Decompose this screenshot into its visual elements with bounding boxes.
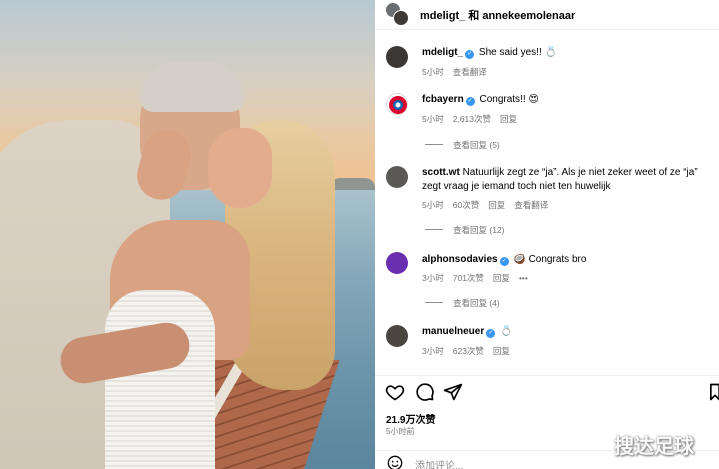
like-count[interactable]: 60次赞 (453, 200, 479, 210)
comment-text: fcbayern ✓ Congrats!! 😍 (422, 93, 712, 107)
emoji-icon[interactable] (387, 455, 403, 469)
verified-icon: ✓ (465, 50, 475, 59)
verified-icon: ✓ (486, 329, 496, 338)
white-dress (105, 290, 215, 469)
post-header: mdeligt_ 和 annekeemolenaar (375, 0, 719, 30)
post-authors[interactable]: mdeligt_ 和 annekeemolenaar (420, 7, 575, 23)
view-replies[interactable]: 查看回复 (5) (425, 139, 500, 151)
comment-list: mdeligt_ ✓ She said yes!! 💍 5小时 查看翻译 fcbay… (375, 30, 719, 375)
divider (425, 229, 443, 230)
comment-meta: 3小时 701次赞 回复 ••• (422, 272, 537, 284)
like-count[interactable]: 21.9万次赞 (386, 411, 435, 426)
comment-text: mdeligt_ ✓ She said yes!! 💍 (422, 46, 712, 60)
verified-icon: ✓ (465, 97, 475, 106)
watermark: 搜达足球 (614, 434, 694, 458)
share-icon[interactable] (443, 382, 463, 402)
comment-text: scott.wt Natuurlijk zegt ze “ja”. Als je… (422, 166, 712, 194)
avatar[interactable] (386, 252, 408, 274)
heart-icon[interactable] (385, 382, 405, 402)
fcbayern-logo-icon (389, 96, 407, 114)
collab-avatars[interactable] (385, 2, 411, 26)
comment-text: alphonsodavies ✓ 🥥 Congrats bro (422, 253, 712, 267)
reply-link[interactable]: 回复 (488, 200, 505, 210)
view-replies-label[interactable]: 查看回复 (5) (453, 140, 500, 150)
comment-time: 5小时 (422, 67, 444, 77)
comment-meta: 5小时 2,613次赞 回复 (422, 113, 526, 125)
comment-input[interactable]: 添加评论... (415, 457, 463, 469)
comment-body: Natuurlijk zegt ze “ja”. Als je niet zek… (422, 167, 698, 192)
avatar[interactable] (386, 325, 408, 347)
avatar[interactable] (386, 46, 408, 68)
comment-meta: 5小时 查看翻译 (422, 66, 496, 78)
bookmark-icon[interactable] (709, 382, 719, 402)
post-time: 5小时前 (386, 427, 415, 436)
comment-body: 🥥 Congrats bro (513, 254, 587, 265)
distant-rock (330, 178, 375, 190)
comment-username[interactable]: scott.wt (422, 167, 460, 178)
man-hair (140, 62, 244, 112)
like-count[interactable]: 701次赞 (453, 273, 484, 283)
reply-link[interactable]: 回复 (493, 273, 510, 283)
more-options-icon[interactable]: ••• (519, 273, 528, 283)
reply-link[interactable]: 回复 (500, 114, 517, 124)
comment-meta: 5小时 60次赞 回复 查看翻译 (422, 199, 557, 211)
like-count[interactable]: 623次赞 (453, 346, 484, 356)
translate-link[interactable]: 查看翻译 (453, 67, 487, 77)
like-count[interactable]: 2,613次赞 (453, 114, 491, 124)
comment-time: 5小时 (422, 114, 444, 124)
verified-icon: ✓ (499, 257, 509, 266)
comment-username[interactable]: manuelneuer (422, 326, 484, 337)
post-side-panel: mdeligt_ 和 annekeemolenaar mdeligt_ ✓ She… (375, 0, 719, 469)
comment-username[interactable]: fcbayern (422, 94, 464, 105)
comment-text: manuelneuer ✓ 💍 (422, 325, 712, 339)
comment-body: She said yes!! 💍 (478, 47, 557, 58)
comment-time: 5小时 (422, 200, 444, 210)
comment-time: 3小时 (422, 273, 444, 283)
woman-face (208, 128, 272, 208)
action-icons (385, 382, 719, 402)
divider (425, 302, 443, 303)
view-replies[interactable]: 查看回复 (4) (425, 297, 500, 309)
comment-time: 3小时 (422, 346, 444, 356)
avatar[interactable] (393, 10, 409, 26)
avatar[interactable] (386, 166, 408, 188)
translate-link[interactable]: 查看翻译 (514, 200, 548, 210)
post-photo (0, 0, 375, 469)
reply-link[interactable]: 回复 (493, 346, 510, 356)
comment-body: 💍 (500, 326, 513, 337)
comment-username[interactable]: alphonsodavies (422, 254, 498, 265)
divider (425, 144, 443, 145)
comment-body: Congrats!! 😍 (479, 94, 539, 105)
comment-meta: 3小时 623次赞 回复 (422, 345, 519, 357)
avatar[interactable] (386, 93, 408, 115)
view-replies-label[interactable]: 查看回复 (4) (453, 298, 500, 308)
comment-icon[interactable] (415, 382, 435, 402)
view-replies[interactable]: 查看回复 (12) (425, 224, 504, 236)
view-replies-label[interactable]: 查看回复 (12) (453, 225, 504, 235)
comment-username[interactable]: mdeligt_ (422, 47, 463, 58)
